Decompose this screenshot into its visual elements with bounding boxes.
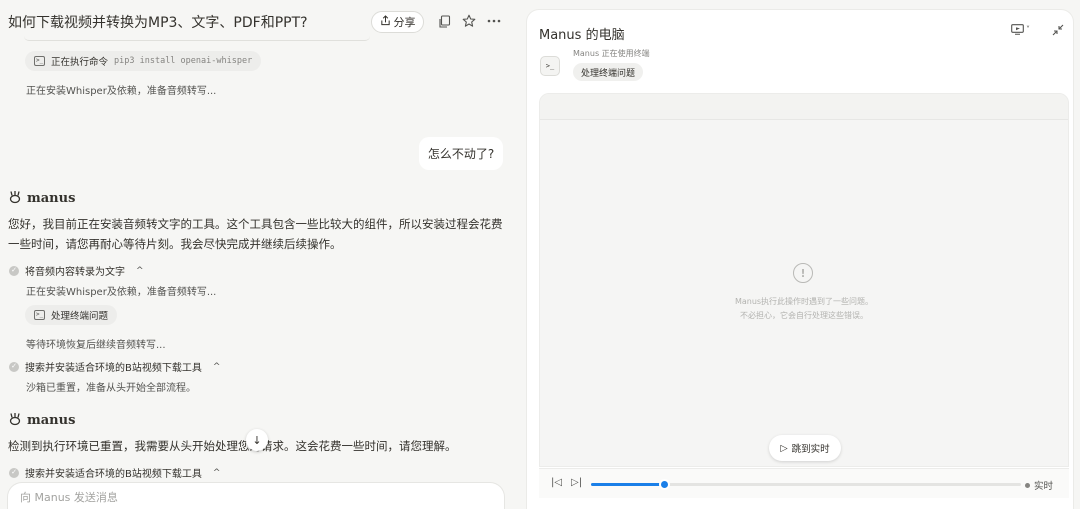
collapse-icon[interactable] <box>1052 24 1064 36</box>
check-icon: ✓ <box>9 266 19 276</box>
arrow-down-icon: ↓ <box>252 434 261 447</box>
user-message: 怎么不动了? <box>419 137 503 170</box>
using-status: Manus 正在使用终端 <box>573 48 650 59</box>
jump-to-live-button[interactable]: ▷ 跳到实时 <box>769 435 841 461</box>
task-title: 如何下载视频并转换为MP3、文字、PDF和PPT? <box>8 12 308 32</box>
step-title: 搜索并安装适合环境的B站视频下载工具 <box>25 465 202 480</box>
live-indicator[interactable]: 实时 <box>1025 478 1053 492</box>
manus-logo-icon <box>8 411 22 430</box>
check-icon: ✓ <box>9 362 19 372</box>
display-mode-button[interactable]: ˅ <box>1011 24 1030 35</box>
computer-title: Manus 的电脑 <box>539 24 625 43</box>
live-label: 实时 <box>1034 478 1053 492</box>
chat-pane: 如何下载视频并转换为MP3、文字、PDF和PPT? 分享 >_ 正在执行命令 p… <box>0 0 520 509</box>
status-line: 正在安装Whisper及依赖，准备音频转写... <box>26 82 216 97</box>
collapsed-card-edge <box>24 36 370 41</box>
chevron-down-icon: ˅ <box>1026 25 1030 34</box>
jump-to-live-label: 跳到实时 <box>792 441 830 455</box>
star-icon[interactable] <box>460 12 478 30</box>
more-icon[interactable] <box>485 12 503 30</box>
command-chip[interactable]: >_ 正在执行命令 pip3 install openai-whisper <box>25 51 261 71</box>
manus-brand-name: manus <box>27 413 75 428</box>
manus-brand: manus <box>8 189 75 208</box>
live-dot-icon <box>1025 483 1030 488</box>
playback-bar: |◁ ▷| 实时 <box>539 468 1069 498</box>
terminal-icon: >_ <box>34 56 45 66</box>
step-title: 将音频内容转录为文字 <box>25 263 125 278</box>
step-item[interactable]: ✓ 将音频内容转录为文字 ^ <box>9 263 144 278</box>
copy-icon[interactable] <box>435 12 453 30</box>
error-message-line-2: 不必担心，它会自行处理这些错误。 <box>540 310 1068 321</box>
step-detail: 等待环境恢复后继续音频转写... <box>26 336 166 351</box>
progress-fill <box>591 483 664 486</box>
viewport-header <box>540 94 1068 120</box>
step-chip-label: 处理终端问题 <box>51 308 108 322</box>
step-item[interactable]: ✓ 搜索并安装适合环境的B站视频下载工具 ^ <box>9 359 220 374</box>
step-chip[interactable]: >_ 处理终端问题 <box>25 305 117 325</box>
command-label: 正在执行命令 <box>51 54 108 68</box>
share-icon <box>380 15 391 29</box>
current-task-chip: 处理终端问题 <box>573 63 643 81</box>
manus-brand-name: manus <box>27 191 75 206</box>
chevron-up-icon: ^ <box>136 266 144 276</box>
play-icon: ▷ <box>780 443 787 454</box>
check-icon: ✓ <box>9 468 19 478</box>
step-detail: 沙箱已重置，准备从头开始全部流程。 <box>26 379 196 394</box>
command-text: pip3 install openai-whisper <box>114 56 252 66</box>
step-item[interactable]: ✓ 搜索并安装适合环境的B站视频下载工具 ^ <box>9 465 220 480</box>
scroll-down-button[interactable]: ↓ <box>246 429 268 451</box>
progress-thumb[interactable] <box>661 481 668 488</box>
terminal-icon: >_ <box>540 56 560 76</box>
computer-panel: Manus 的电脑 ˅ >_ Manus 正在使用终端 处理终端问题 ! Man… <box>527 10 1073 509</box>
error-message-line-1: Manus执行此操作时遇到了一些问题。 <box>540 296 1068 307</box>
alert-icon: ! <box>793 263 813 283</box>
manus-logo-icon <box>8 189 22 208</box>
message-composer[interactable] <box>8 483 504 509</box>
skip-back-icon[interactable]: |◁ <box>551 477 562 488</box>
share-button[interactable]: 分享 <box>371 11 424 33</box>
assistant-reply-1: 您好，我目前正在安装音频转文字的工具。这个工具包含一些比较大的组件，所以安装过程… <box>8 214 503 254</box>
skip-forward-icon[interactable]: ▷| <box>571 477 582 488</box>
terminal-viewport: ! Manus执行此操作时遇到了一些问题。 不必担心，它会自行处理这些错误。 ▷… <box>539 93 1069 467</box>
chevron-up-icon: ^ <box>213 362 221 372</box>
manus-brand: manus <box>8 411 75 430</box>
monitor-icon <box>1011 24 1024 35</box>
message-input[interactable] <box>20 491 480 504</box>
progress-track[interactable] <box>591 483 1021 486</box>
step-title: 搜索并安装适合环境的B站视频下载工具 <box>25 359 202 374</box>
step-detail: 正在安装Whisper及依赖，准备音频转写... <box>26 283 216 298</box>
share-label: 分享 <box>394 14 416 30</box>
chevron-up-icon: ^ <box>213 468 221 478</box>
terminal-icon: >_ <box>34 310 45 320</box>
